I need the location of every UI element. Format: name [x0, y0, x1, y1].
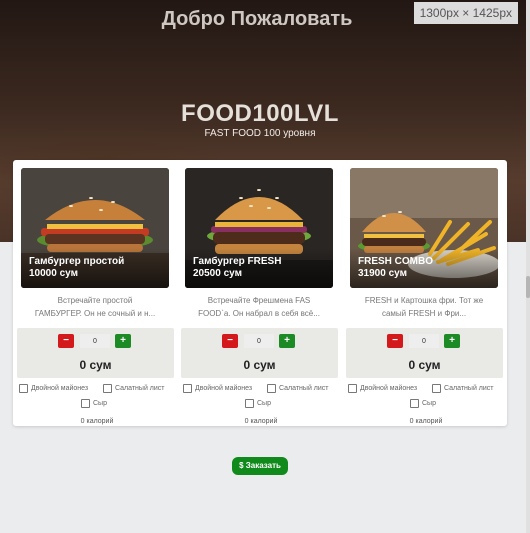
option-cheese[interactable]: Сыр — [81, 399, 107, 408]
option-double-mayo[interactable]: Двойной майонез — [183, 384, 252, 393]
option-cheese[interactable]: Сыр — [410, 399, 436, 408]
quantity-input[interactable] — [409, 334, 439, 348]
product-description: Встречайте Фрешмена FAS FOOD`а. Он набра… — [198, 296, 320, 318]
product-image: Гамбургер простой 10000 сум — [21, 168, 169, 288]
brand-title: FOOD100LVL — [181, 100, 339, 127]
checkbox[interactable] — [245, 399, 254, 408]
item-total: 0 сум — [243, 358, 276, 372]
calories-label: 0 калорий — [244, 418, 278, 425]
option-lettuce[interactable]: Салатный лист — [267, 384, 329, 393]
page-scrollbar[interactable] — [526, 0, 530, 533]
menu-panel: Гамбургер простой 10000 сум Встречайте п… — [13, 160, 507, 426]
option-double-mayo[interactable]: Двойной майонез — [19, 384, 88, 393]
increase-quantity-button[interactable]: + — [115, 334, 131, 348]
product-name: Гамбургер FRESH 20500 сум — [193, 256, 282, 279]
quantity-box: − + 0 сум — [346, 328, 503, 378]
decrease-quantity-button[interactable]: − — [222, 334, 238, 348]
item-total: 0 сум — [79, 358, 112, 372]
brand-tagline: FAST FOOD 100 уровня — [204, 128, 316, 139]
option-lettuce[interactable]: Салатный лист — [432, 384, 494, 393]
product-name: FRESH COMBO 31900 сум — [358, 256, 433, 279]
increase-quantity-button[interactable]: + — [444, 334, 460, 348]
scrollbar-thumb[interactable] — [526, 276, 530, 298]
order-button[interactable]: $ Заказать — [232, 457, 288, 475]
checkbox[interactable] — [103, 384, 112, 393]
checkbox[interactable] — [410, 399, 419, 408]
option-lettuce[interactable]: Салатный лист — [103, 384, 165, 393]
viewport-size-badge: 1300px × 1425px — [413, 2, 518, 24]
decrease-quantity-button[interactable]: − — [58, 334, 74, 348]
calories-label: 0 калорий — [80, 418, 114, 425]
checkbox[interactable] — [267, 384, 276, 393]
quantity-input[interactable] — [80, 334, 110, 348]
calories-label: 0 калорий — [409, 418, 443, 425]
option-double-mayo[interactable]: Двойной майонез — [348, 384, 417, 393]
checkbox[interactable] — [81, 399, 90, 408]
checkbox[interactable] — [348, 384, 357, 393]
item-total: 0 сум — [408, 358, 441, 372]
increase-quantity-button[interactable]: + — [279, 334, 295, 348]
product-image: Гамбургер FRESH 20500 сум — [185, 168, 333, 288]
quantity-box: − + 0 сум — [17, 328, 174, 378]
product-name: Гамбургер простой 10000 сум — [29, 256, 125, 279]
quantity-box: − + 0 сум — [181, 328, 338, 378]
quantity-input[interactable] — [244, 334, 274, 348]
product-image: FRESH COMBO 31900 сум — [350, 168, 498, 288]
decrease-quantity-button[interactable]: − — [387, 334, 403, 348]
product-description: Встречайте простой ГАМБУРГЕР. Он не сочн… — [34, 296, 156, 318]
option-cheese[interactable]: Сыр — [245, 399, 271, 408]
checkbox[interactable] — [432, 384, 441, 393]
checkbox[interactable] — [183, 384, 192, 393]
checkbox[interactable] — [19, 384, 28, 393]
product-description: FRESH и Картошка фри. Тот же самый FRESH… — [364, 296, 484, 318]
